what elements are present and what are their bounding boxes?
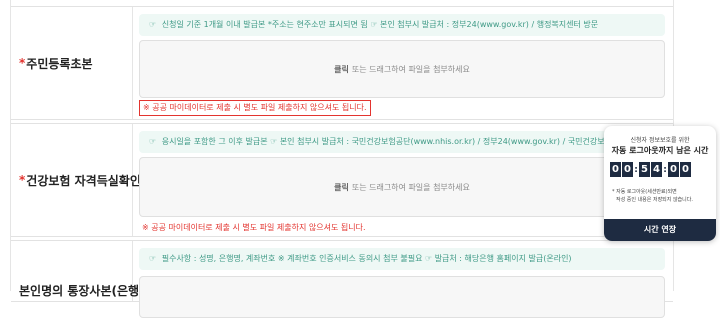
- timer-digit: 0: [610, 162, 621, 177]
- row-bank-account: 본인명의 통장사본(은행 ☞ 필수사항 : 성명, 은행명, 계좌번호 ※ 계좌…: [11, 240, 673, 318]
- timer-digit: 0: [680, 162, 691, 177]
- extend-time-button[interactable]: 시간 연장: [604, 219, 716, 241]
- popup-subtitle: 신청자 정보보호를 위한: [630, 137, 690, 144]
- notice-text: 응시일을 포함한 그 이후 발급본 ☞ 본인 첨부시 발급처 : 국민건강보험공…: [161, 137, 665, 146]
- hand-pointing-icon: ☞: [149, 254, 157, 263]
- mydata-warning: ※ 공공 마이데이터로 제출 시 별도 파일 제출하지 않으셔도 됩니다.: [142, 223, 366, 232]
- upload-hint: 또는 드래그하여 파일을 첨부하세요: [351, 64, 470, 74]
- timer-digit: 5: [639, 162, 650, 177]
- upload-click-label: 클릭: [334, 182, 349, 192]
- row-label-text: 건강보험 자격득실확인서: [26, 173, 152, 188]
- notice-text: 신청일 기준 1개월 이내 발급본 *주소는 현주소만 표시되면 됨 ☞ 본인 …: [161, 20, 599, 29]
- row-resident-registration: * 주민등록초본 ☞ 신청일 기준 1개월 이내 발급본 *주소는 현주소만 표…: [11, 6, 673, 120]
- file-dropzone[interactable]: 클릭 또는 드래그하여 파일을 첨부하세요: [139, 40, 665, 98]
- popup-title: 자동 로그아웃까지 남은 시간: [611, 146, 709, 155]
- logout-note-2: 작성 중인 내용은 저장되지 않습니다.: [616, 197, 693, 203]
- notice-text: 필수사항 : 성명, 은행명, 계좌번호 ※ 계좌번호 인증서비스 동의시 첨부…: [161, 254, 572, 263]
- countdown-timer: 0 0 : 5 4 : 0 0: [610, 162, 692, 177]
- timer-digit: 0: [622, 162, 633, 177]
- notice-box: ☞ 신청일 기준 1개월 이내 발급본 *주소는 현주소만 표시되면 됨 ☞ 본…: [139, 14, 665, 36]
- mydata-warning: ※ 공공 마이데이터로 제출 시 별도 파일 제출하지 않으셔도 됩니다.: [139, 100, 371, 116]
- file-dropzone[interactable]: 클릭 또는 드래그하여 파일을 첨부하세요: [139, 157, 665, 217]
- row-health-insurance: * 건강보험 자격득실확인서 ☞ 응시일을 포함한 그 이후 발급본 ☞ 본인 …: [11, 123, 673, 237]
- row-label: 본인명의 통장사본(은행: [11, 241, 139, 301]
- notice-box: ☞ 응시일을 포함한 그 이후 발급본 ☞ 본인 첨부시 발급처 : 국민건강보…: [139, 131, 665, 153]
- upload-click-label: 클릭: [334, 64, 349, 74]
- timer-digit: 0: [668, 162, 679, 177]
- logout-note: * 자동 로그아웃(세션만료)되면: [612, 189, 677, 195]
- row-content: ☞ 필수사항 : 성명, 은행명, 계좌번호 ※ 계좌번호 인증서비스 동의시 …: [139, 241, 665, 318]
- timer-separator: :: [663, 164, 667, 175]
- attachment-table: * 주민등록초본 ☞ 신청일 기준 1개월 이내 발급본 *주소는 현주소만 표…: [10, 0, 674, 318]
- file-dropzone[interactable]: [139, 276, 665, 318]
- upload-hint: 또는 드래그하여 파일을 첨부하세요: [351, 182, 470, 192]
- hand-pointing-icon: ☞: [149, 20, 157, 29]
- hand-pointing-icon: ☞: [149, 137, 157, 146]
- timer-digit: 4: [651, 162, 662, 177]
- session-timeout-popup: 신청자 정보보호를 위한 자동 로그아웃까지 남은 시간 0 0 : 5 4 :…: [604, 126, 716, 241]
- timer-separator: :: [634, 164, 638, 175]
- row-label: * 건강보험 자격득실확인서: [11, 124, 152, 236]
- required-mark: *: [19, 56, 26, 70]
- row-label: * 주민등록초본: [11, 7, 133, 119]
- required-mark: *: [19, 173, 26, 187]
- notice-box: ☞ 필수사항 : 성명, 은행명, 계좌번호 ※ 계좌번호 인증서비스 동의시 …: [139, 248, 665, 270]
- row-content: ☞ 신청일 기준 1개월 이내 발급본 *주소는 현주소만 표시되면 됨 ☞ 본…: [139, 7, 665, 119]
- row-content: ☞ 응시일을 포함한 그 이후 발급본 ☞ 본인 첨부시 발급처 : 국민건강보…: [139, 124, 665, 236]
- row-label-text: 주민등록초본: [26, 56, 93, 71]
